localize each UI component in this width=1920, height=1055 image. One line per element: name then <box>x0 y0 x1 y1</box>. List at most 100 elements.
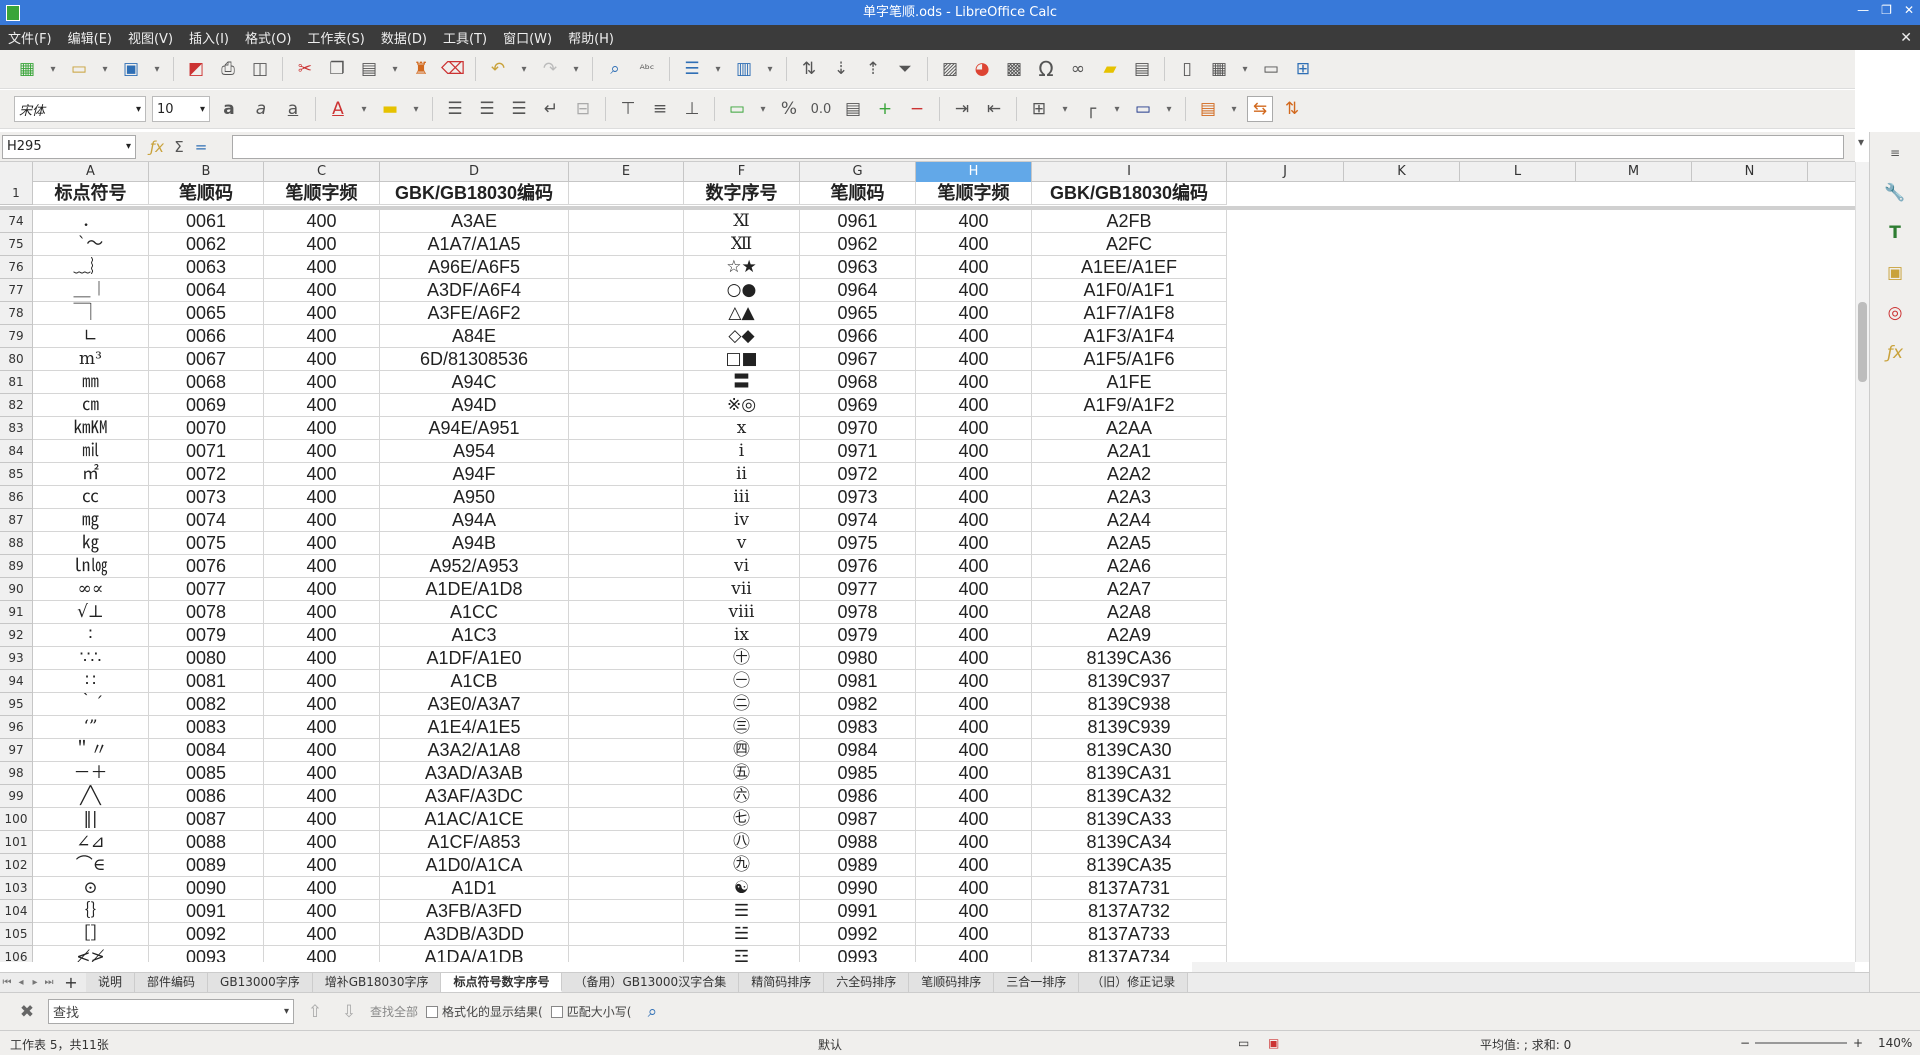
export-pdf-icon[interactable]: ◩ <box>183 56 209 82</box>
cell-B[interactable]: 0068 <box>149 371 264 394</box>
cell-C[interactable]: 400 <box>264 601 380 624</box>
cell-A[interactable]: ￣︳ <box>33 302 149 325</box>
cell-I[interactable]: 8139CA35 <box>1032 854 1227 877</box>
cell-F[interactable]: ㊄ <box>684 762 800 785</box>
sort-icon[interactable]: ⇅ <box>796 56 822 82</box>
cell-E[interactable] <box>569 624 684 647</box>
cell-H[interactable]: 400 <box>916 417 1032 440</box>
currency-dropdown-icon[interactable]: ▾ <box>756 96 770 122</box>
cell-G[interactable]: 0962 <box>800 233 916 256</box>
row-header[interactable]: 100 <box>0 808 33 831</box>
navigator-icon[interactable]: ◎ <box>1882 300 1908 326</box>
column-header-H[interactable]: H <box>916 162 1032 182</box>
sheet-tab[interactable]: （旧）修正记录 <box>1079 973 1189 992</box>
cell-A[interactable]: ∟ <box>33 325 149 348</box>
cell-D[interactable]: A96E/A6F5 <box>380 256 569 279</box>
cell-A[interactable]: ⊙ <box>33 877 149 900</box>
cell-E[interactable] <box>569 486 684 509</box>
cell-A[interactable]: ㏕ <box>33 440 149 463</box>
cell-F[interactable]: ㊅ <box>684 785 800 808</box>
paste-icon[interactable]: ▤ <box>356 56 382 82</box>
last-sheet-icon[interactable]: ⏭ <box>42 977 56 988</box>
cell-I[interactable]: A2A4 <box>1032 509 1227 532</box>
cell-C[interactable]: 400 <box>264 440 380 463</box>
cell-I[interactable]: A2FB <box>1032 210 1227 233</box>
cell-A[interactable]: ㎞㏎ <box>33 417 149 440</box>
row-header[interactable]: 103 <box>0 877 33 900</box>
cell-B[interactable]: 0062 <box>149 233 264 256</box>
cell-A[interactable]: ‘” <box>33 716 149 739</box>
cell-I[interactable]: A1EE/A1EF <box>1032 256 1227 279</box>
find-previous-icon[interactable]: ⇧ <box>302 999 328 1025</box>
cell-A[interactable]: ［］ <box>33 923 149 946</box>
sort-ascending-icon[interactable]: ⇣ <box>828 56 854 82</box>
minimize-button[interactable]: — <box>1857 3 1869 17</box>
cell-F[interactable]: ㊁ <box>684 693 800 716</box>
show-draw-functions-icon[interactable]: ⊞ <box>1290 56 1316 82</box>
cell-G[interactable]: 0983 <box>800 716 916 739</box>
cell-H[interactable]: 400 <box>916 831 1032 854</box>
cell-G[interactable]: 0966 <box>800 325 916 348</box>
cell-H[interactable]: 400 <box>916 256 1032 279</box>
cell-F[interactable]: ☲ <box>684 946 800 962</box>
row-dropdown-icon[interactable]: ▾ <box>711 56 725 82</box>
cell-D[interactable]: A94C <box>380 371 569 394</box>
cell-E[interactable] <box>569 900 684 923</box>
cell-I[interactable]: A2A8 <box>1032 601 1227 624</box>
highlight-dropdown-icon[interactable]: ▾ <box>409 96 423 122</box>
cell-H[interactable]: 400 <box>916 532 1032 555</box>
cell-A[interactable]: ∠⊿ <box>33 831 149 854</box>
cell-D[interactable]: A1CC <box>380 601 569 624</box>
find-next-icon[interactable]: ⇩ <box>336 999 362 1025</box>
cell-B[interactable]: 0081 <box>149 670 264 693</box>
cell-G[interactable]: 0987 <box>800 808 916 831</box>
row-header[interactable]: 78 <box>0 302 33 325</box>
cell-E[interactable] <box>569 739 684 762</box>
cell-E[interactable] <box>569 348 684 371</box>
cell-H[interactable]: 400 <box>916 716 1032 739</box>
clone-formatting-icon[interactable]: ♜ <box>408 56 434 82</box>
freeze-rows-columns-icon[interactable]: ▦ <box>1206 56 1232 82</box>
spreadsheet-grid[interactable]: ABCDEFGHIJKLMN 1 标点符号 笔顺码 笔顺字频 GBK/GB18030编码… <box>0 162 1855 962</box>
cell-E[interactable] <box>569 325 684 348</box>
prev-sheet-icon[interactable]: ◂ <box>14 977 28 988</box>
vertical-scrollbar[interactable] <box>1855 162 1869 962</box>
cell-B[interactable]: 0074 <box>149 509 264 532</box>
zoom-out-icon[interactable]: − <box>1740 1036 1750 1050</box>
row-header[interactable]: 104 <box>0 900 33 923</box>
cell-G[interactable]: 0984 <box>800 739 916 762</box>
cell-F[interactable]: v <box>684 532 800 555</box>
document-modified-icon[interactable]: ▣ <box>1268 1036 1279 1050</box>
cell-C[interactable]: 400 <box>264 486 380 509</box>
cell-C[interactable]: 400 <box>264 877 380 900</box>
cell-A[interactable]: ㏑㏒ <box>33 555 149 578</box>
cell-A[interactable]: ∵∴ <box>33 647 149 670</box>
row-header[interactable]: 93 <box>0 647 33 670</box>
cell-G[interactable]: 0968 <box>800 371 916 394</box>
cell-H[interactable]: 400 <box>916 348 1032 371</box>
cell-A[interactable]: ㎜ <box>33 371 149 394</box>
gallery-icon[interactable]: ▣ <box>1882 260 1908 286</box>
styles-icon[interactable]: T <box>1882 220 1908 246</box>
cell-B[interactable]: 0067 <box>149 348 264 371</box>
cell-B[interactable]: 0089 <box>149 854 264 877</box>
cell-F[interactable]: ☯ <box>684 877 800 900</box>
cell-F[interactable]: ☰ <box>684 900 800 923</box>
cell-B[interactable]: 0093 <box>149 946 264 962</box>
row-header[interactable]: 99 <box>0 785 33 808</box>
cell-C[interactable]: 400 <box>264 463 380 486</box>
column-header-K[interactable]: K <box>1344 162 1460 182</box>
menu-data[interactable]: 数据(D) <box>373 28 435 47</box>
row-header[interactable]: 92 <box>0 624 33 647</box>
cell-E[interactable] <box>569 394 684 417</box>
print-preview-icon[interactable]: ◫ <box>247 56 273 82</box>
freeze-dropdown-icon[interactable]: ▾ <box>1238 56 1252 82</box>
cell-H[interactable]: 400 <box>916 785 1032 808</box>
open-dropdown-icon[interactable]: ▾ <box>98 56 112 82</box>
border-style-dropdown-icon[interactable]: ▾ <box>1110 96 1124 122</box>
cell-G[interactable]: 0975 <box>800 532 916 555</box>
cell-E[interactable] <box>569 670 684 693</box>
formula-icon[interactable]: = <box>190 138 212 156</box>
cell-G[interactable]: 0989 <box>800 854 916 877</box>
cell-D[interactable]: A1D1 <box>380 877 569 900</box>
